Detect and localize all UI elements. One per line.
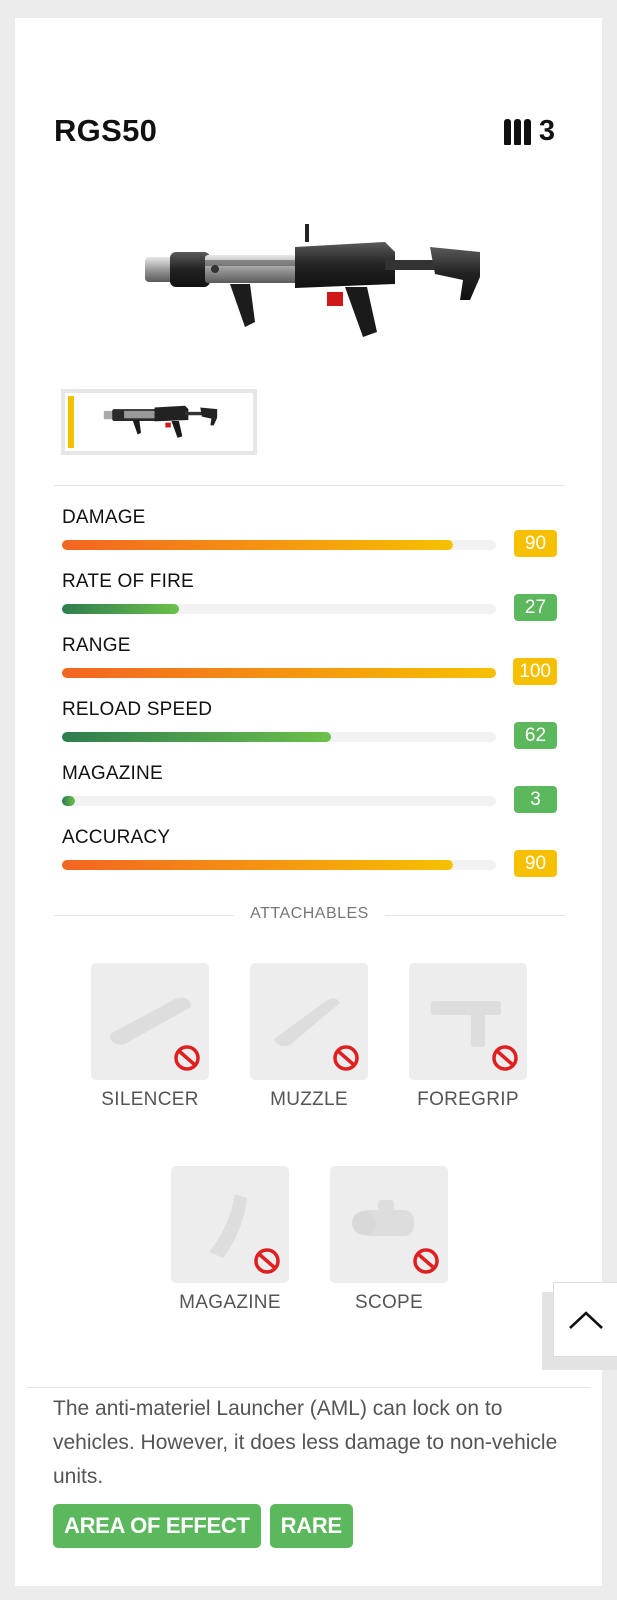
stat-bar-fill (62, 668, 496, 678)
weapon-thumbnail-image (103, 405, 218, 438)
stat-bar-track (62, 604, 496, 614)
ammo-count: 3 (503, 115, 555, 148)
unavailable-icon (174, 1045, 200, 1071)
divider (54, 485, 565, 486)
stat-reload-speed: RELOAD SPEED 62 (62, 699, 557, 749)
scroll-to-top-button[interactable] (553, 1282, 617, 1357)
muzzle-icon (274, 998, 340, 1047)
stat-bar-fill (62, 604, 179, 614)
stat-label: RANGE (62, 635, 131, 656)
stat-rate-of-fire: RATE OF FIRE 27 (62, 571, 557, 621)
attachable-label: SILENCER (101, 1089, 199, 1110)
stat-value-badge: 100 (513, 658, 557, 685)
stat-value-badge: 90 (514, 530, 557, 557)
foregrip-icon (431, 1001, 501, 1047)
weapon-thumbnail[interactable] (61, 389, 257, 455)
scope-icon (352, 1200, 414, 1236)
stat-label: RATE OF FIRE (62, 571, 194, 592)
silencer-icon (110, 997, 191, 1045)
attachable-tile[interactable] (330, 1166, 448, 1283)
attachables-title: ATTACHABLES (250, 905, 369, 922)
unavailable-icon (254, 1248, 280, 1274)
stat-value-badge: 27 (514, 594, 557, 621)
attachable-tile[interactable] (409, 963, 527, 1080)
stat-value-badge: 62 (514, 722, 557, 749)
attachable-label: SCOPE (354, 1292, 424, 1313)
stat-value-badge: 90 (514, 850, 557, 877)
attachable-foregrip[interactable]: FOREGRIP (409, 963, 527, 1111)
stat-bar-track (62, 668, 496, 678)
attachable-magazine[interactable]: MAGAZINE (171, 1166, 289, 1314)
unavailable-icon (333, 1045, 359, 1071)
attachable-silencer[interactable]: SILENCER (91, 963, 209, 1111)
stat-bar-track (62, 540, 496, 550)
divider (54, 915, 234, 916)
unavailable-icon (492, 1045, 518, 1071)
tag-badge: RARE (269, 1504, 353, 1548)
stat-label: ACCURACY (62, 827, 171, 848)
stat-label: DAMAGE (62, 507, 146, 528)
stat-bar-fill (62, 732, 331, 742)
attachable-tile[interactable] (250, 963, 368, 1080)
weapon-description: The anti-materiel Launcher (AML) can loc… (53, 1397, 558, 1488)
weapon-image (145, 224, 480, 337)
divider (27, 1387, 590, 1388)
bullets-icon (503, 118, 531, 145)
unavailable-icon (413, 1248, 439, 1274)
attachables-header: ATTACHABLES (54, 905, 565, 923)
stat-bar-fill (62, 860, 453, 870)
stat-damage: DAMAGE 90 (62, 507, 557, 557)
stat-value-badge: 3 (514, 786, 557, 813)
stat-range: RANGE 100 (62, 635, 557, 685)
stat-bar-track (62, 860, 496, 870)
tag-badge: AREA OF EFFECT (53, 1504, 261, 1548)
stat-magazine: MAGAZINE 3 (62, 763, 557, 813)
attachable-scope[interactable]: SCOPE (330, 1166, 448, 1314)
attachable-tile[interactable] (91, 963, 209, 1080)
tag-list: AREA OF EFFECT RARE (53, 1504, 353, 1548)
stat-bar-track (62, 796, 496, 806)
attachable-label: MUZZLE (270, 1089, 348, 1110)
divider (385, 915, 565, 916)
stat-bar-fill (62, 796, 75, 806)
ammo-count-value: 3 (538, 115, 555, 147)
chevron-up-icon (568, 1310, 603, 1329)
attachable-tile[interactable] (171, 1166, 289, 1283)
stat-label: RELOAD SPEED (62, 699, 213, 720)
attachable-label: FOREGRIP (417, 1089, 519, 1110)
weapon-name: RGS50 (54, 113, 158, 148)
stat-bar-track (62, 732, 496, 742)
stat-label: MAGAZINE (62, 763, 163, 784)
stat-accuracy: ACCURACY 90 (62, 827, 557, 877)
stat-bar-fill (62, 540, 453, 550)
thumbnail-selected-indicator (68, 396, 74, 448)
attachable-label: MAGAZINE (179, 1292, 281, 1313)
attachable-muzzle[interactable]: MUZZLE (250, 963, 368, 1111)
